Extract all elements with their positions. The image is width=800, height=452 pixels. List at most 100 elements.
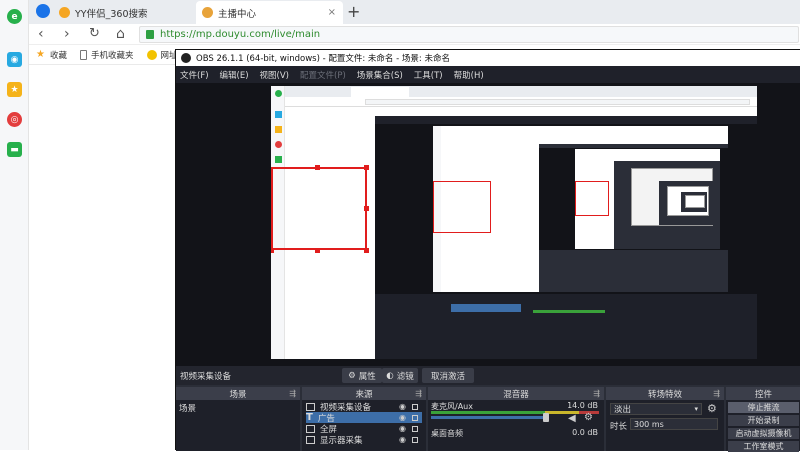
source-label: 显示器采集 [320,435,363,446]
source-item[interactable]: 显示器采集 ◉ [306,434,422,446]
scene-item[interactable]: 场景 [179,402,196,414]
obs-preview[interactable] [176,83,800,366]
mic-db: 14.0 dB [567,401,598,410]
gear-icon[interactable]: ⚙ [707,402,717,415]
tab-title: YY伴侣_360搜索 [75,8,148,20]
source-toolbar: 视频采集设备 ⚙ 属性 ◐ 滤镜 取消激活 [176,366,800,385]
transitions-dock-header: 转场特效 ⇶ [606,387,724,400]
menu-edit[interactable]: 编辑(E) [220,69,249,81]
start-virtual-camera-button[interactable]: 启动虚拟摄像机 [728,428,799,439]
resize-handle[interactable] [271,248,274,253]
tab-streamer-center[interactable]: 主播中心 × [196,1,343,24]
filters-label: 滤镜 [396,371,414,382]
star-icon: ★ [36,48,45,60]
lock-icon[interactable] [412,414,418,421]
mail-icon[interactable]: ▬ [7,142,22,157]
resize-handle[interactable] [364,248,369,253]
eye-icon[interactable]: ◉ [399,402,406,411]
mixer-header-label: 混音器 [503,389,529,400]
eye-icon[interactable]: ◉ [399,424,406,433]
transitions-panel: 淡出 ▾ ⚙ 时长 300 ms [606,400,724,451]
nested-obs-title [375,107,757,116]
menu-tools[interactable]: 工具(T) [414,69,443,81]
sources-dock-header: 来源 ⇶ [302,387,426,400]
forward-button[interactable]: › [64,26,70,42]
url-scheme: https:// [160,29,196,40]
mirror-star-icon [275,126,282,133]
browser-logo-icon[interactable]: e [7,9,22,24]
bookmark-favorites[interactable]: ★ 收藏 [36,49,67,61]
source-item[interactable]: 全屏 ◉ [306,423,422,435]
sources-list[interactable]: 视频采集设备 ◉ T 广告 ◉ 全屏 ◉ 显示器采集 ◉ [302,400,426,451]
tab-title: 主播中心 [218,8,257,20]
gear-icon: ⚙ [348,370,356,381]
mic-volume-slider[interactable] [431,416,547,419]
home-button[interactable]: ⌂ [116,26,125,42]
nested-obs-title-2 [539,139,728,144]
lock-icon [146,30,154,39]
eye-icon[interactable]: ◉ [399,435,406,444]
new-tab-button[interactable]: + [347,2,360,21]
nested-selection-box-2 [575,181,609,216]
eye-icon[interactable]: ◉ [399,413,406,422]
desktop-audio-label: 桌面音频 [431,429,463,438]
start-recording-button[interactable]: 开始录制 [728,415,799,426]
mixer-dock-header: 混音器 ⇶ [428,387,604,400]
properties-button[interactable]: ⚙ 属性 [342,368,382,383]
menu-profile[interactable]: 配置文件(P) [300,69,346,81]
dock-grip-icon[interactable]: ⇶ [593,389,600,398]
menu-help[interactable]: 帮助(H) [454,69,484,81]
dock-grip-icon[interactable]: ⇶ [415,389,422,398]
browser-sidebar: e ◉ ★ ◎ ▬ [0,0,29,450]
mirror-mail-icon [275,156,282,163]
resize-handle[interactable] [364,206,369,211]
dock-grip-icon[interactable]: ⇶ [713,389,720,398]
duration-label: 时长 [610,422,628,432]
source-item-selected[interactable]: T 广告 ◉ [306,412,422,424]
bookmark-label: 收藏 [50,50,68,61]
stop-streaming-button[interactable]: 停止推流 [728,402,799,413]
lock-icon[interactable] [412,403,418,410]
resize-handle[interactable] [315,165,320,170]
app-icon[interactable]: ◉ [7,52,22,67]
resize-handle[interactable] [364,165,369,170]
source-selection-box[interactable] [271,167,367,250]
resize-handle[interactable] [315,248,320,253]
audio-mixer: 麦克风/Aux 14.0 dB ◀ ⚙ 桌面音频 0.0 dB [428,400,604,451]
transition-select[interactable]: 淡出 ▾ [610,403,702,415]
menu-file[interactable]: 文件(F) [180,69,209,81]
preview-canvas[interactable] [271,86,757,359]
monitor-icon [306,435,315,444]
mirror-weibo-icon [275,141,282,148]
tab-yy-search[interactable]: YY伴侣_360搜索 [53,1,196,24]
star-icon[interactable]: ★ [7,82,22,97]
source-item[interactable]: 视频采集设备 ◉ [306,401,422,413]
web-icon [146,49,157,60]
chevron-down-icon: ▾ [694,405,698,413]
slider-handle[interactable] [543,413,549,422]
reload-button[interactable]: ↻ [89,26,100,42]
weibo-icon[interactable]: ◎ [7,112,22,127]
scenes-list[interactable]: 场景 [176,400,300,451]
nested-selection-box [433,181,491,233]
address-bar[interactable]: https:// mp.douyu.com/live/main [139,26,799,43]
gear-icon[interactable]: ⚙ [584,412,593,423]
lock-icon[interactable] [412,425,418,432]
bookmark-mobile-favorites[interactable]: 手机收藏夹 [80,49,134,61]
filters-button[interactable]: ◐ 滤镜 [382,368,418,383]
speaker-icon[interactable]: ◀ [568,413,576,424]
navigation-icon[interactable] [36,4,50,18]
obs-title-bar: OBS 26.1.1 (64-bit, windows) - 配置文件: 未命名… [176,50,800,66]
menu-view[interactable]: 视图(V) [260,69,289,81]
close-tab-icon[interactable]: × [328,7,336,18]
lock-icon[interactable] [412,436,418,443]
back-button[interactable]: ‹ [38,26,44,42]
dock-grip-icon[interactable]: ⇶ [289,389,296,398]
duration-spinbox[interactable]: 300 ms [630,418,718,430]
studio-mode-button[interactable]: 工作室模式 [728,441,799,452]
desktop-audio-db: 0.0 dB [572,428,598,437]
nested-obs-menu [375,116,757,124]
deactivate-button[interactable]: 取消激活 [422,368,474,383]
menu-scene-collection[interactable]: 场景集合(S) [357,69,403,81]
mirror-addressbar [365,99,750,105]
